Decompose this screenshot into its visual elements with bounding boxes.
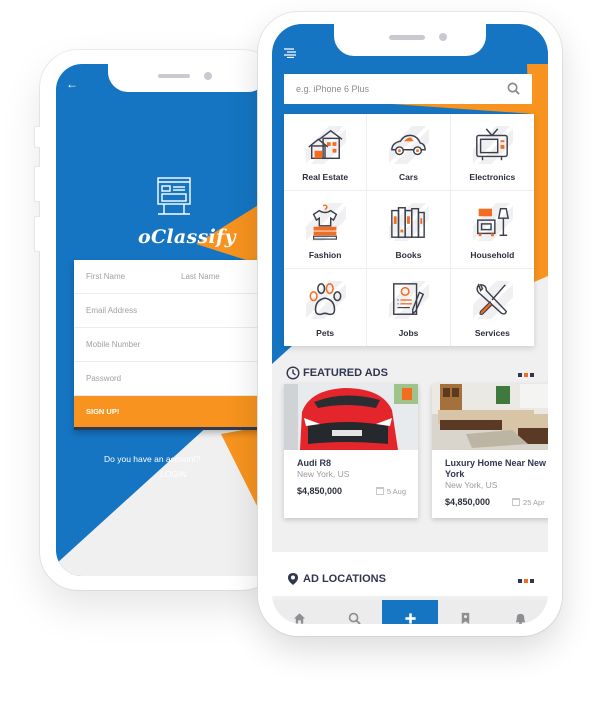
tab-home[interactable] xyxy=(272,600,327,624)
armchair-lamp-icon xyxy=(477,208,510,237)
ad-price: $4,850,000 xyxy=(297,486,343,496)
category-label: Real Estate xyxy=(302,172,349,183)
more-locations-button[interactable] xyxy=(518,579,534,583)
category-label: Services xyxy=(474,328,510,338)
map-pin-icon xyxy=(288,573,298,585)
featured-ads-title: FEATURED ADS xyxy=(303,367,388,379)
first-name-field[interactable]: First Name xyxy=(86,272,181,281)
signup-form: First Name Last Name Email Address Mobil… xyxy=(74,260,276,430)
tab-saved[interactable] xyxy=(438,600,493,624)
category-services[interactable]: Services xyxy=(451,269,534,346)
resume-icon xyxy=(393,282,425,315)
category-label: Jobs xyxy=(398,328,419,338)
plus-icon xyxy=(404,612,416,624)
bell-icon xyxy=(515,613,526,624)
category-household[interactable]: Household xyxy=(450,191,534,269)
ad-title: Audi R8 xyxy=(297,458,332,468)
books-icon xyxy=(391,207,426,239)
tools-icon xyxy=(476,282,508,315)
app-showcase: ← oClassify First Name Last Name Email A… xyxy=(0,0,600,701)
ad-card[interactable]: Audi R8 New York, US $4,850,000 5 Aug xyxy=(284,384,418,518)
ad-date: 25 Apr xyxy=(512,498,545,507)
arrow-left-icon[interactable]: ← xyxy=(66,78,78,90)
tshirt-icon xyxy=(312,204,338,240)
tab-search[interactable] xyxy=(327,600,382,624)
search-input[interactable]: e.g. iPhone 6 Plus xyxy=(284,74,532,104)
ad-date-text: 25 Apr xyxy=(523,497,545,507)
category-pets[interactable]: Pets xyxy=(284,268,368,346)
category-jobs[interactable]: Jobs xyxy=(367,268,451,346)
password-field[interactable]: Password xyxy=(74,362,276,396)
ad-location: New York, US xyxy=(297,469,350,479)
signup-phone: ← oClassify First Name Last Name Email A… xyxy=(34,50,280,590)
phone-side-button xyxy=(34,166,40,202)
category-label: Electronics xyxy=(469,172,516,183)
home-icon xyxy=(294,612,306,624)
phone-notch xyxy=(108,64,268,92)
category-label: Pets xyxy=(316,328,335,338)
billboard-icon xyxy=(157,177,191,215)
category-books[interactable]: Books xyxy=(367,191,451,269)
more-featured-button[interactable] xyxy=(518,373,534,377)
name-row: First Name Last Name xyxy=(74,260,276,294)
signup-button-label: SIGN UP! xyxy=(86,407,120,416)
ad-locations-title: AD LOCATIONS xyxy=(303,573,386,585)
app-logo-text: oClassify xyxy=(138,226,236,248)
tab-notifications[interactable] xyxy=(493,600,548,624)
bottom-tab-bar xyxy=(272,600,548,624)
category-cars[interactable]: Cars xyxy=(367,114,451,192)
ad-title: Luxury Home Near New York xyxy=(445,458,547,479)
category-label: Household xyxy=(470,249,515,260)
search-icon xyxy=(349,612,362,624)
category-label: Fashion xyxy=(308,249,342,260)
calendar-icon xyxy=(512,498,521,506)
clock-icon xyxy=(286,366,300,380)
house-icon xyxy=(308,129,343,160)
category-real-estate[interactable]: Real Estate xyxy=(284,114,368,192)
ad-locations-section: AD LOCATIONS xyxy=(272,552,548,596)
home-screen: e.g. iPhone 6 Plus Real Estate Cars Elec… xyxy=(272,24,548,624)
featured-ads-header: FEATURED ADS xyxy=(286,366,388,380)
login-link[interactable]: LOGIN xyxy=(160,469,186,479)
phone-side-button xyxy=(34,126,40,148)
calendar-icon xyxy=(375,487,384,495)
category-label: Cars xyxy=(399,172,418,183)
ad-meta: $4,850,000 5 Aug xyxy=(297,486,418,496)
paw-icon xyxy=(309,282,342,315)
signup-button[interactable]: SIGN UP! → xyxy=(74,396,276,430)
tv-icon xyxy=(476,128,509,161)
ad-meta: $4,850,000 25 Apr xyxy=(445,497,548,507)
ad-price: $4,850,000 xyxy=(445,497,491,507)
ad-location: New York, US xyxy=(445,480,498,490)
mobile-field[interactable]: Mobile Number xyxy=(74,328,276,362)
ad-date-text: 5 Aug xyxy=(386,486,406,496)
ad-date: 5 Aug xyxy=(375,486,406,496)
tab-post-ad[interactable] xyxy=(382,600,438,624)
car-icon xyxy=(391,134,427,156)
search-placeholder: e.g. iPhone 6 Plus xyxy=(296,84,370,94)
signup-screen: ← oClassify First Name Last Name Email A… xyxy=(56,64,276,576)
home-phone: e.g. iPhone 6 Plus Real Estate Cars Elec… xyxy=(258,12,562,636)
category-label: Books xyxy=(395,249,422,260)
ad-card[interactable]: Luxury Home Near New York New York, US $… xyxy=(432,384,548,518)
ad-locations-header: AD LOCATIONS xyxy=(286,572,386,586)
menu-icon[interactable] xyxy=(284,48,296,58)
search-icon[interactable] xyxy=(507,82,520,95)
phone-notch xyxy=(334,24,486,56)
have-account-text: Do you have an account? xyxy=(104,454,201,464)
category-fashion[interactable]: Fashion xyxy=(284,191,368,269)
bookmark-icon xyxy=(461,612,469,624)
category-electronics[interactable]: Electronics xyxy=(450,114,534,192)
email-field[interactable]: Email Address xyxy=(74,294,276,328)
phone-side-button xyxy=(34,216,40,252)
red-sports-car-image xyxy=(284,384,418,450)
category-grid: Real Estate Cars Electronics Fashion Boo… xyxy=(284,114,534,346)
living-room-sofa-image xyxy=(432,384,548,450)
